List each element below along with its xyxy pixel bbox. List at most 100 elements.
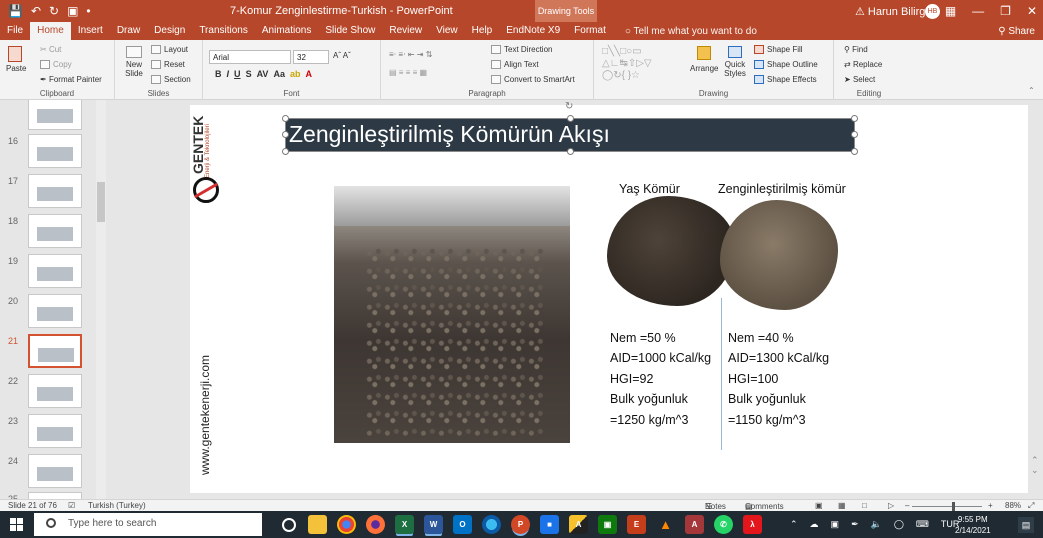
align-text-button[interactable]: Align Text: [491, 60, 539, 70]
find-button[interactable]: ⚲ Find: [844, 45, 868, 54]
tab-review[interactable]: Review: [382, 22, 429, 40]
powerpoint-icon[interactable]: P: [511, 515, 530, 534]
volume-icon[interactable]: 🔈: [871, 519, 882, 530]
tab-draw[interactable]: Draw: [110, 22, 147, 40]
meet-now-icon[interactable]: ◯: [894, 519, 904, 530]
page-nav-icons[interactable]: ⌃ ⌄: [1031, 455, 1039, 475]
change-case-icon[interactable]: Aa: [273, 69, 285, 79]
slide-counter[interactable]: Slide 21 of 76: [8, 501, 57, 510]
thumbnail-slide[interactable]: 17: [8, 174, 96, 214]
undo-icon[interactable]: ↶: [31, 4, 41, 18]
thumbnail-slide[interactable]: 19: [8, 254, 96, 294]
wet-coal-image[interactable]: [607, 196, 735, 306]
format-painter-button[interactable]: ✒ Format Painter: [40, 75, 102, 84]
shape-fill-button[interactable]: Shape Fill: [754, 45, 803, 55]
resize-handle[interactable]: [282, 131, 289, 138]
ribbon-display-icon[interactable]: ▦: [945, 4, 956, 18]
shape-effects-button[interactable]: Shape Effects: [754, 75, 817, 85]
scrollbar-thumb[interactable]: [97, 182, 105, 222]
shapes-gallery[interactable]: □╲╲□○▭ △∟↹⇧▷▽ ◯↻{ }☆: [602, 46, 652, 82]
shape-outline-button[interactable]: Shape Outline: [754, 60, 818, 70]
acrobat-reader-icon[interactable]: A: [569, 515, 588, 534]
font-size-select[interactable]: 32: [293, 50, 329, 64]
reset-button[interactable]: Reset: [151, 60, 185, 70]
zoom-slider[interactable]: [912, 506, 982, 507]
tab-help[interactable]: Help: [465, 22, 500, 40]
vlc-icon[interactable]: ▲: [656, 515, 675, 534]
file-explorer-icon[interactable]: [308, 515, 327, 534]
paste-button[interactable]: Paste: [6, 46, 26, 73]
tab-insert[interactable]: Insert: [71, 22, 110, 40]
tab-home[interactable]: Home: [30, 22, 71, 40]
resize-handle[interactable]: [282, 115, 289, 122]
resize-handle[interactable]: [851, 148, 858, 155]
list-icons[interactable]: ≡⋅ ≡⋅ ⇤ ⇥ ⇅: [389, 50, 432, 59]
word-icon[interactable]: W: [424, 515, 443, 534]
tell-me-box[interactable]: ○ Tell me what you want to do: [625, 26, 757, 37]
present-icon[interactable]: ▣: [67, 4, 78, 18]
notification-center-icon[interactable]: ▤: [1018, 517, 1034, 533]
underline-icon[interactable]: U: [234, 69, 241, 79]
shadow-icon[interactable]: S: [246, 69, 252, 79]
keyboard-icon[interactable]: ⌨: [916, 519, 929, 530]
tab-view[interactable]: View: [429, 22, 465, 40]
collapse-ribbon-icon[interactable]: ⌃: [1028, 86, 1035, 95]
avatar[interactable]: HB: [925, 4, 940, 19]
access-icon[interactable]: A: [685, 515, 704, 534]
network-status-icon[interactable]: ▣: [831, 519, 840, 530]
windows-start-icon[interactable]: [10, 518, 23, 531]
slideshow-view-icon[interactable]: ▷: [888, 501, 894, 510]
rotate-handle-icon[interactable]: ↻: [565, 101, 573, 112]
customize-qat-icon[interactable]: •: [86, 4, 90, 18]
close-icon[interactable]: ✕: [1027, 4, 1037, 18]
excel-icon[interactable]: X: [395, 515, 414, 534]
grow-font-icon[interactable]: Aˆ Aˇ: [333, 51, 351, 60]
tray-overflow-icon[interactable]: ⌃: [790, 519, 798, 530]
adobe-acrobat-icon[interactable]: λ: [743, 515, 762, 534]
slide-title[interactable]: Zenginleştirilmiş Kömürün Akışı: [289, 121, 610, 148]
task-view-icon[interactable]: [282, 518, 296, 532]
thumbnail-slide[interactable]: 22: [8, 374, 96, 414]
cut-button[interactable]: ✂ Cut: [40, 45, 61, 54]
resize-handle[interactable]: [567, 115, 574, 122]
firefox-icon[interactable]: [366, 515, 385, 534]
tab-animations[interactable]: Animations: [255, 22, 318, 40]
quick-styles-button[interactable]: Quick Styles: [724, 46, 746, 78]
text-direction-button[interactable]: Text Direction: [491, 45, 552, 55]
convert-smartart-button[interactable]: Convert to SmartArt: [491, 75, 575, 85]
edge-icon[interactable]: [482, 515, 501, 534]
normal-view-icon[interactable]: ▣: [815, 501, 823, 510]
thumbnail-scrollbar[interactable]: [96, 100, 106, 499]
tab-format[interactable]: Format: [567, 22, 613, 40]
font-color-icon[interactable]: A: [306, 69, 313, 79]
thumbnail-slide[interactable]: 18: [8, 214, 96, 254]
outlook-icon[interactable]: O: [453, 515, 472, 534]
tab-design[interactable]: Design: [147, 22, 192, 40]
save-icon[interactable]: 💾: [8, 4, 23, 18]
font-family-select[interactable]: Arial: [209, 50, 291, 64]
bold-icon[interactable]: B: [215, 69, 222, 79]
tab-slide-show[interactable]: Slide Show: [318, 22, 382, 40]
cloud-icon[interactable]: ☁: [810, 519, 819, 530]
char-spacing-icon[interactable]: AV: [257, 69, 269, 79]
zoom-in-icon[interactable]: +: [988, 501, 993, 510]
share-button[interactable]: ⚲ Share: [998, 26, 1035, 37]
presentation-app-icon[interactable]: E: [627, 515, 646, 534]
language-indicator[interactable]: Turkish (Turkey): [88, 501, 146, 510]
tab-endnote[interactable]: EndNote X9: [499, 22, 567, 40]
thumbnail-slide[interactable]: 20: [8, 294, 96, 334]
reading-view-icon[interactable]: □: [862, 501, 867, 510]
redo-icon[interactable]: ↻: [49, 4, 59, 18]
resize-handle[interactable]: [282, 148, 289, 155]
thumbnail-slide[interactable]: 23: [8, 414, 96, 454]
media-player-icon[interactable]: ■: [540, 515, 559, 534]
copy-button[interactable]: Copy: [40, 60, 72, 70]
align-icons[interactable]: ▤ ≡ ≡ ≡ ▦: [389, 68, 427, 77]
zoom-out-icon[interactable]: –: [905, 501, 909, 510]
tab-transitions[interactable]: Transitions: [192, 22, 255, 40]
slide-canvas[interactable]: [190, 105, 1028, 493]
zoom-slider-thumb[interactable]: [952, 502, 955, 511]
thumbnail-slide[interactable]: 16: [8, 134, 96, 174]
spellcheck-icon[interactable]: ☑: [68, 501, 75, 510]
taskbar-clock[interactable]: 9:55 PM 2/14/2021: [955, 514, 991, 536]
